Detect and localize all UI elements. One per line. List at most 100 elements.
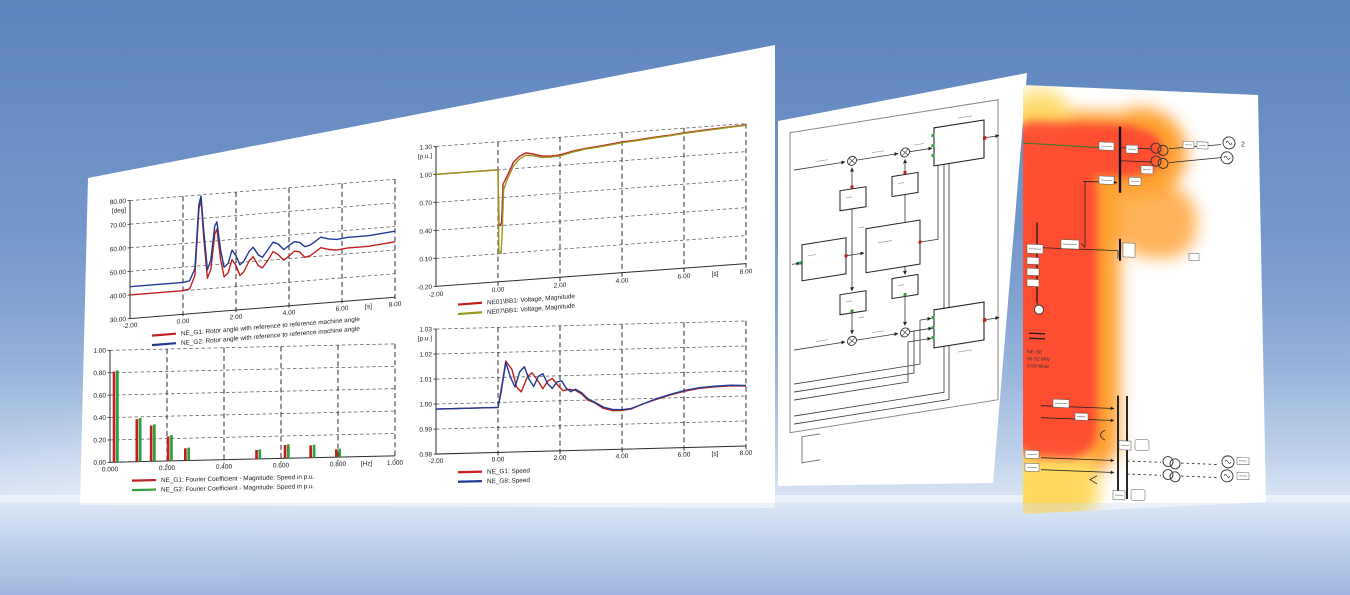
y-tick-label: 1.03	[419, 326, 432, 333]
series-line-0	[436, 355, 746, 416]
y-tick-label: 1.01	[419, 376, 432, 383]
x-tick-label: 0.400	[216, 464, 233, 471]
y-tick-label: 0.20	[93, 437, 106, 444]
y-tick-label: 0.70	[419, 200, 432, 208]
y-tick-label: 0.60	[93, 392, 106, 399]
y-tick-label: 80.00	[110, 198, 127, 206]
grid-line	[110, 411, 395, 417]
bar	[153, 424, 156, 461]
legend-swatch	[458, 303, 482, 305]
grid-line	[436, 371, 746, 379]
legend-label: NE_G1: Speed	[487, 468, 530, 476]
grid-line	[436, 236, 746, 259]
x-tick-label: 0.00	[177, 318, 190, 326]
x-tick-label: 2.00	[230, 314, 243, 322]
x-unit-label: [s]	[712, 451, 719, 458]
x-tick-label: 0.800	[330, 461, 347, 468]
grid-line	[436, 321, 746, 329]
y-tick-label: 70.00	[110, 222, 127, 230]
x-tick-label: -2.00	[429, 458, 444, 465]
y-tick-label: 0.10	[419, 256, 432, 264]
bar	[187, 448, 190, 461]
legend-label: NE_G2: Fourier Coefficient - Magnitude: …	[161, 483, 315, 493]
legend-swatch	[132, 490, 156, 491]
network-diagram: 2 NE-SE 56.52 MW 6.59 Mvar	[0, 578, 243, 595]
bar	[287, 444, 290, 458]
x-unit-label: [s]	[365, 303, 372, 311]
x-unit-label: [Hz]	[361, 460, 373, 467]
series-line-0	[130, 184, 395, 295]
bar	[335, 449, 338, 457]
axes	[110, 344, 395, 462]
y-tick-label: 50.00	[110, 269, 127, 277]
fourier-coefficient-chart: 1.000.800.600.400.200.000.0000.2000.4000…	[80, 335, 412, 505]
grid-line	[130, 203, 395, 224]
grid-line	[110, 366, 395, 372]
grid-line	[436, 124, 746, 147]
network-diagram: 2 NE-SE 56.52 MW 6.59 Mvar	[1023, 87, 1266, 526]
grid-line	[130, 179, 395, 200]
output-blocks	[934, 120, 984, 348]
y-tick-label: 1.02	[419, 351, 432, 358]
x-unit-label: [s]	[712, 271, 719, 279]
x-tick-label: 6.00	[336, 305, 349, 313]
legend-swatch	[458, 472, 482, 473]
block-diagram	[788, 93, 1013, 473]
bar	[170, 435, 173, 461]
grid-line	[436, 346, 746, 354]
feedback-wires	[794, 138, 949, 425]
grid-line	[436, 208, 746, 231]
y-tick-label: 60.00	[110, 245, 127, 253]
x-tick-label: 4.00	[283, 309, 296, 317]
heatmap-core	[1011, 121, 1163, 463]
network-info-line2: 56.52 MW	[1027, 356, 1050, 363]
bar	[167, 436, 170, 461]
grid-line	[110, 389, 395, 395]
x-tick-label: 8.00	[740, 268, 753, 276]
legend-label: NE_G8: Speed	[487, 477, 530, 485]
axes	[130, 179, 395, 318]
series-line-1	[436, 125, 746, 258]
x-tick-label: -2.00	[429, 291, 444, 299]
bar	[184, 448, 187, 460]
legend-swatch	[458, 312, 482, 314]
y-unit-label: [deg]	[112, 207, 126, 215]
bar	[259, 449, 262, 459]
bar	[139, 418, 142, 462]
grid-line	[110, 433, 395, 439]
x-tick-label: 4.00	[616, 277, 629, 285]
x-tick-label: 2.00	[554, 455, 567, 462]
x-tick-label: 6.00	[678, 451, 691, 458]
y-unit-label: [p.u.]	[418, 153, 432, 161]
legend-label: NE_G1: Fourier Coefficient - Magnitude: …	[161, 474, 315, 484]
bar	[313, 445, 316, 458]
bar	[136, 419, 139, 462]
sheet-block-diagram	[778, 73, 1027, 486]
heatmap-halo	[0, 578, 174, 595]
y-tick-label: 40.00	[110, 292, 127, 300]
grid-line	[436, 421, 746, 429]
series-line-1	[130, 180, 395, 286]
x-tick-label: 6.00	[678, 273, 691, 281]
grid-line	[110, 344, 395, 350]
bar	[116, 370, 119, 462]
y-tick-label: 1.00	[419, 172, 432, 180]
y-tick-label: 0.40	[419, 228, 432, 236]
y-tick-label: 0.40	[93, 415, 106, 422]
bar	[309, 445, 312, 457]
x-tick-label: 0.00	[492, 456, 505, 463]
measurement-bracket	[802, 434, 820, 463]
x-tick-label: 2.00	[554, 282, 567, 290]
sheet-grid-heatmap: 2 NE-SE 56.52 MW 6.59 Mvar	[0, 573, 243, 595]
legend-swatch	[132, 480, 156, 481]
x-tick-label: -2.00	[123, 322, 138, 330]
voltage-magnitude-chart: 1.301.000.700.400.10-0.20[p.u.]-2.000.00…	[400, 112, 768, 339]
bar	[113, 371, 116, 462]
series-line-1	[436, 356, 746, 415]
y-tick-label: 0.80	[93, 370, 106, 377]
network-info-line3: 6.59 Mvar	[1027, 363, 1050, 370]
y-tick-label: 1.30	[419, 144, 432, 152]
x-tick-label: 0.000	[102, 466, 119, 473]
y-unit-label: [p.u.]	[418, 335, 432, 342]
y-tick-label: 0.99	[419, 426, 432, 433]
